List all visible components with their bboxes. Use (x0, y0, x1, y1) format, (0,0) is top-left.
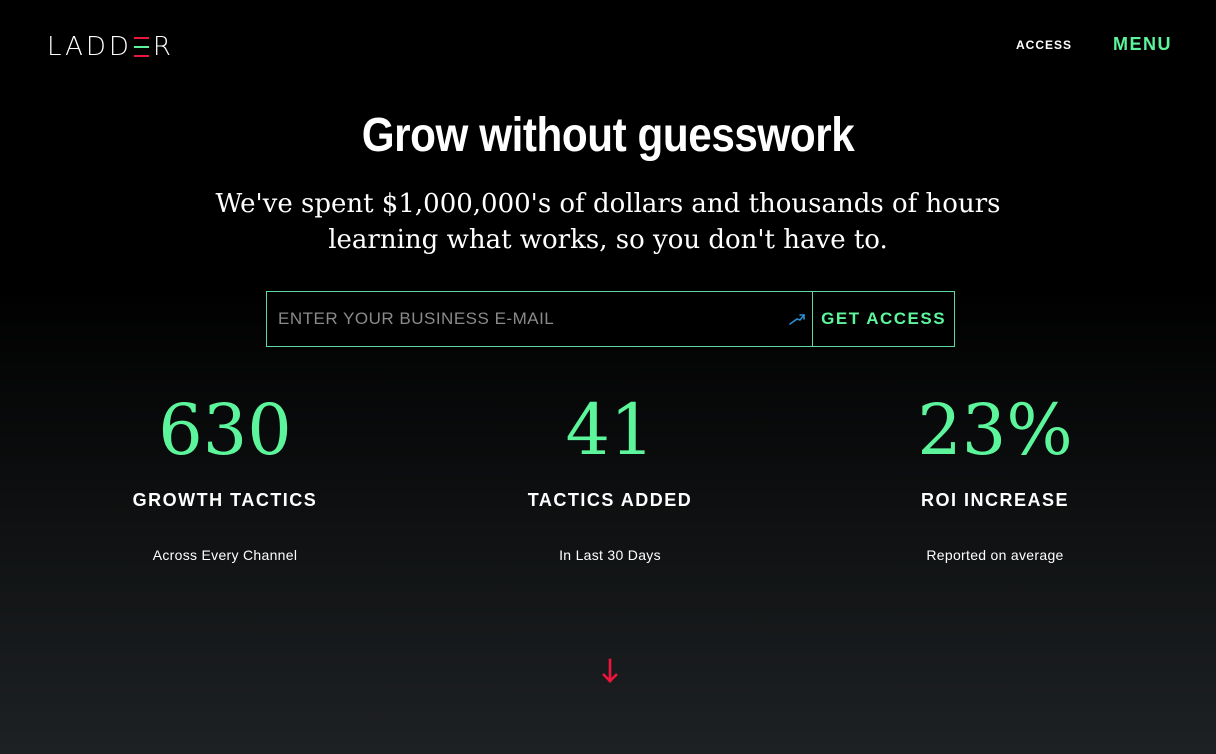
stat-description: In Last 30 Days (559, 547, 661, 563)
logo-e-mark (133, 37, 150, 57)
nav-access-link[interactable]: ACCESS (1016, 38, 1072, 52)
logo-e-bar-top (133, 37, 149, 39)
stat-label: ROI INCREASE (920, 490, 1070, 510)
hero-title: Grow without guesswork (361, 109, 855, 162)
stat-label: GROWTH TACTICS (132, 490, 318, 510)
email-field-wrapper (266, 291, 813, 347)
nav-menu-button[interactable]: MENU (1113, 34, 1172, 55)
stat-number: 630 (158, 389, 292, 471)
logo-e-bar-middle (133, 46, 149, 48)
ladder-logo[interactable]: LADD R (47, 32, 174, 62)
logo-text-right: R (152, 32, 174, 62)
site-header: LADD R ACCESS MENU (0, 0, 1216, 92)
stat-tactics-added: 41 TACTICS ADDED In Last 30 Days (430, 388, 790, 563)
stat-roi-increase: 23% ROI INCREASE Reported on average (815, 388, 1175, 563)
stat-description: Reported on average (926, 547, 1064, 563)
logo-text-left: LADD (47, 32, 132, 62)
hero-subtitle-line-2: learning what works, so you don't have t… (328, 225, 888, 255)
business-email-input[interactable] (267, 292, 813, 346)
get-access-button[interactable]: GET ACCESS (812, 291, 955, 347)
stat-number: 23% (917, 389, 1073, 471)
stat-description: Across Every Channel (152, 547, 298, 563)
stat-growth-tactics: 630 GROWTH TACTICS Across Every Channel (45, 388, 405, 563)
stat-number: 41 (565, 389, 655, 471)
logo-e-bar-bottom (133, 55, 149, 57)
key-autofill-icon[interactable] (788, 311, 806, 327)
signup-form: GET ACCESS (266, 291, 955, 347)
hero-subtitle-line-1: We've spent $1,000,000's of dollars and … (215, 189, 1001, 219)
hero-subtitle: We've spent $1,000,000's of dollars and … (0, 186, 1216, 258)
arrow-down-icon[interactable] (600, 656, 620, 686)
stat-label: TACTICS ADDED (527, 490, 693, 510)
